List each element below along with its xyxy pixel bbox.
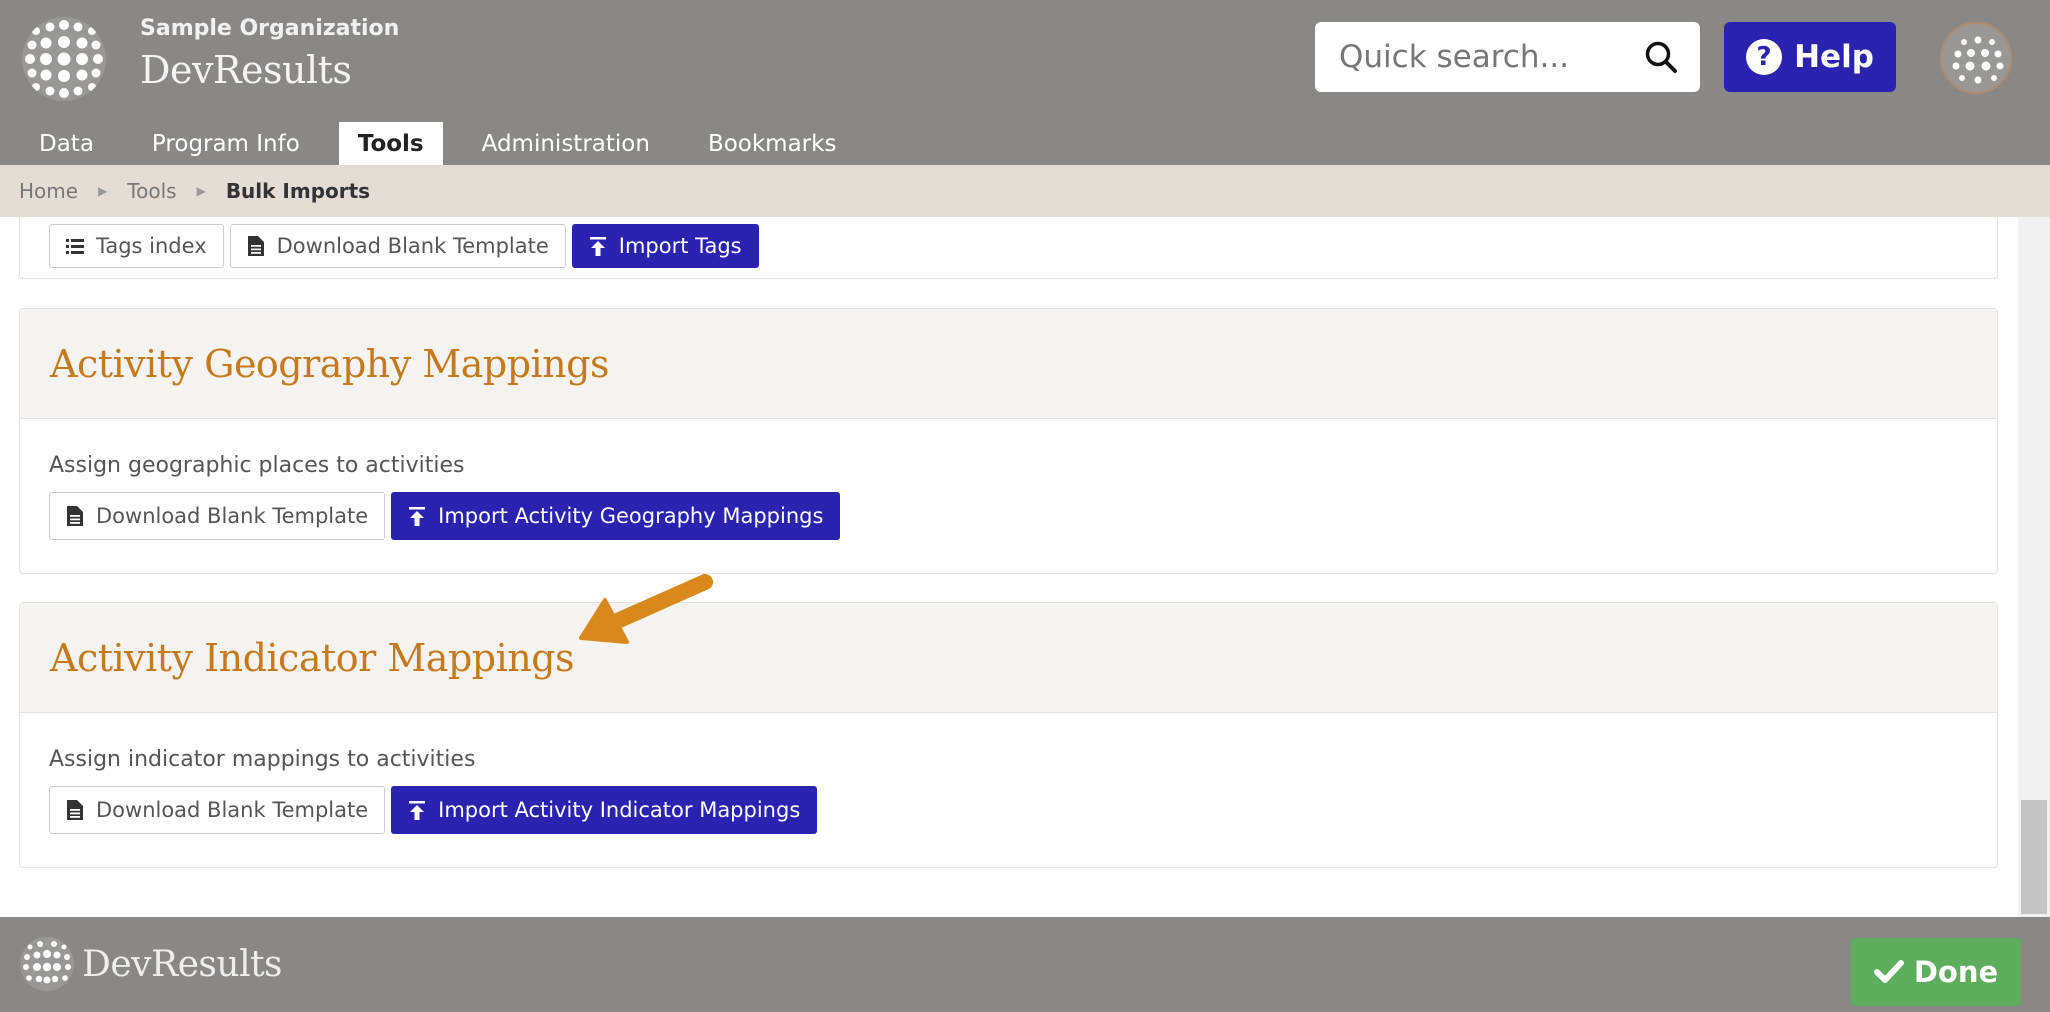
panel-header: Activity Indicator Mappings xyxy=(20,603,1997,713)
globe-logo-icon[interactable] xyxy=(22,17,106,101)
organization-name: Sample Organization xyxy=(140,16,400,41)
tab-bookmarks[interactable]: Bookmarks xyxy=(689,122,856,165)
download-template-label: Download Blank Template xyxy=(96,798,369,822)
done-label: Done xyxy=(1913,955,1999,989)
search-icon[interactable] xyxy=(1644,40,1678,74)
panel-title: Activity Geography Mappings xyxy=(50,341,609,386)
footer-logo-text: DevResults xyxy=(82,943,283,985)
caret-right-icon: ▶ xyxy=(196,184,206,198)
import-tags-label: Import Tags xyxy=(618,234,742,258)
tags-download-template-button[interactable]: Download Blank Template xyxy=(229,224,566,268)
tab-administration[interactable]: Administration xyxy=(463,122,669,165)
quick-search xyxy=(1315,22,1700,92)
document-icon xyxy=(67,506,83,526)
document-icon xyxy=(247,236,264,256)
import-geography-label: Import Activity Geography Mappings xyxy=(438,504,824,528)
upload-icon xyxy=(409,801,426,820)
panel-title: Activity Indicator Mappings xyxy=(50,635,575,680)
upload-icon xyxy=(589,237,606,256)
footer-logo: DevResults xyxy=(20,937,283,991)
tags-index-label: Tags index xyxy=(96,234,207,258)
globe-logo-icon xyxy=(20,937,74,991)
tab-program-info[interactable]: Program Info xyxy=(133,122,319,165)
tab-data[interactable]: Data xyxy=(20,122,113,165)
help-label: Help xyxy=(1794,39,1874,75)
panel-description: Assign geographic places to activities xyxy=(49,453,465,478)
tags-panel: Tags index Download Blank Template Impor… xyxy=(19,217,1998,279)
breadcrumb: Home ▶ Tools ▶ Bulk Imports xyxy=(0,165,2050,217)
indicator-download-template-button[interactable]: Download Blank Template xyxy=(49,786,386,834)
app-name[interactable]: DevResults xyxy=(140,48,352,92)
annotation-arrow-icon xyxy=(579,574,713,644)
scrollbar[interactable] xyxy=(2018,217,2050,917)
main-nav: Data Program Info Tools Administration B… xyxy=(20,122,875,165)
breadcrumb-current: Bulk Imports xyxy=(225,179,371,203)
panel-body: Assign indicator mappings to activities … xyxy=(20,713,1997,834)
avatar-globe-icon xyxy=(1942,24,2010,92)
activity-indicator-panel: Activity Indicator Mappings Assign indic… xyxy=(19,602,1998,868)
breadcrumb-tools[interactable]: Tools xyxy=(127,179,176,203)
list-icon xyxy=(66,239,84,254)
geo-download-template-button[interactable]: Download Blank Template xyxy=(49,492,386,540)
panel-description: Assign indicator mappings to activities xyxy=(49,747,476,772)
done-button[interactable]: Done xyxy=(1851,938,2021,1006)
breadcrumb-home[interactable]: Home xyxy=(19,179,78,203)
tags-button-row: Tags index Download Blank Template Impor… xyxy=(49,224,765,268)
import-indicator-mappings-button[interactable]: Import Activity Indicator Mappings xyxy=(391,786,818,834)
indicator-button-row: Download Blank Template Import Activity … xyxy=(49,786,1968,834)
panel-body: Assign geographic places to activities D… xyxy=(20,419,1997,540)
panel-header: Activity Geography Mappings xyxy=(20,309,1997,419)
main-content: Tags index Download Blank Template Impor… xyxy=(0,217,2018,917)
tags-index-button[interactable]: Tags index xyxy=(49,224,224,268)
question-icon: ? xyxy=(1746,39,1783,75)
caret-right-icon: ▶ xyxy=(98,184,108,198)
scrollbar-thumb[interactable] xyxy=(2021,800,2047,914)
app-footer: DevResults Done xyxy=(0,917,2050,1012)
checkmark-icon xyxy=(1873,960,1904,983)
search-input[interactable] xyxy=(1339,39,1639,75)
import-geography-mappings-button[interactable]: Import Activity Geography Mappings xyxy=(391,492,841,540)
import-indicator-label: Import Activity Indicator Mappings xyxy=(438,798,801,822)
document-icon xyxy=(67,800,83,820)
import-tags-button[interactable]: Import Tags xyxy=(571,224,759,268)
geo-button-row: Download Blank Template Import Activity … xyxy=(49,492,1968,540)
download-template-label: Download Blank Template xyxy=(96,504,369,528)
help-button[interactable]: ? Help xyxy=(1724,22,1896,92)
download-template-label: Download Blank Template xyxy=(276,234,549,258)
activity-geography-panel: Activity Geography Mappings Assign geogr… xyxy=(19,308,1998,574)
upload-icon xyxy=(409,507,426,526)
tab-tools[interactable]: Tools xyxy=(338,122,443,165)
user-avatar[interactable] xyxy=(1940,22,2012,94)
app-header: Sample Organization DevResults ? Help Da… xyxy=(0,0,2050,165)
